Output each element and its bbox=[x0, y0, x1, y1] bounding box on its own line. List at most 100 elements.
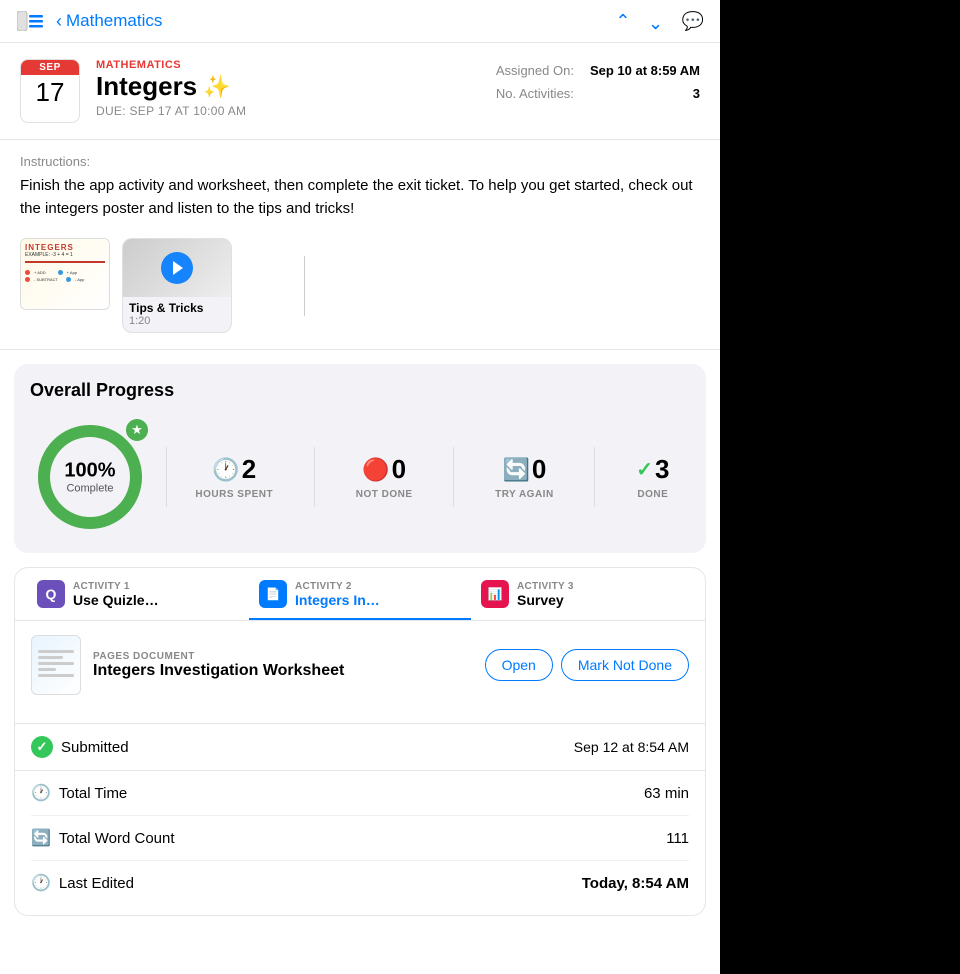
last-edited-row: 🕐 Last Edited Today, 8:54 AM bbox=[31, 861, 689, 905]
word-count-left: 🔄 Total Word Count bbox=[31, 828, 175, 848]
sidebar-toggle-button[interactable] bbox=[16, 10, 44, 32]
doc-line-1 bbox=[38, 650, 74, 653]
last-edited-label: Last Edited bbox=[59, 875, 134, 892]
doc-name: Integers Investigation Worksheet bbox=[93, 662, 473, 680]
tab3-text: ACTIVITY 3 Survey bbox=[517, 581, 574, 608]
stat-try-again: 🔄 0 TRY AGAIN bbox=[495, 454, 554, 500]
hours-label: HOURS SPENT bbox=[195, 489, 273, 500]
doc-line-2 bbox=[38, 656, 63, 659]
video-info: Tips & Tricks 1:20 bbox=[123, 297, 231, 332]
stat-try-again-value: 🔄 0 bbox=[502, 454, 546, 485]
stat-done-value: ✓ 3 bbox=[636, 454, 669, 485]
total-time-row: 🕐 Total Time 63 min bbox=[31, 771, 689, 816]
clock-icon: 🕐 bbox=[212, 457, 239, 483]
submitted-left: ✓ Submitted bbox=[31, 736, 129, 758]
calendar-day: 17 bbox=[21, 79, 79, 105]
back-button[interactable]: ‹ Mathematics bbox=[56, 11, 162, 32]
doc-thumbnail bbox=[31, 635, 81, 695]
activities-tabs: Q ACTIVITY 1 Use Quizlet for... 📄 ACTIVI… bbox=[15, 568, 705, 621]
tips-tricks-video[interactable]: Tips & Tricks 1:20 bbox=[122, 238, 232, 333]
donut-percent: 100% bbox=[64, 460, 115, 483]
tab-activity-2[interactable]: 📄 ACTIVITY 2 Integers Investi... bbox=[249, 568, 471, 620]
tab1-name: Use Quizlet for... bbox=[73, 592, 163, 608]
doc-type: PAGES DOCUMENT bbox=[93, 651, 473, 662]
top-nav: ‹ Mathematics ⌃ ⌃ 💬 bbox=[0, 0, 720, 43]
stat-done: ✓ 3 DONE bbox=[636, 454, 669, 500]
star-badge: ★ bbox=[126, 419, 148, 441]
assignment-header: SEP 17 MATHEMATICS Integers ✨ DUE: SEP 1… bbox=[0, 43, 720, 140]
donut-center: 100% Complete bbox=[64, 460, 115, 495]
progress-section: Overall Progress 100% Complete ★ bbox=[14, 364, 706, 553]
doc-thumb-lines bbox=[38, 650, 74, 680]
last-edited-left: 🕐 Last Edited bbox=[31, 873, 134, 893]
progress-content: 100% Complete ★ 🕐 2 HOURS SPENT bbox=[30, 417, 690, 537]
instructions-label: Instructions: bbox=[20, 154, 700, 169]
tab3-number: ACTIVITY 3 bbox=[517, 581, 574, 592]
activities-label: No. Activities: bbox=[496, 86, 574, 101]
stat-divider-3 bbox=[594, 447, 595, 507]
calendar-icon: SEP 17 bbox=[20, 59, 80, 123]
instructions-text: Finish the app activity and worksheet, t… bbox=[20, 175, 700, 220]
chevron-down-icon[interactable]: ⌃ bbox=[648, 11, 663, 32]
tab2-name: Integers Investi... bbox=[295, 592, 385, 608]
mark-not-done-button[interactable]: Mark Not Done bbox=[561, 649, 689, 681]
stat-divider-2 bbox=[453, 447, 454, 507]
word-count-row: 🔄 Total Word Count 111 bbox=[31, 816, 689, 861]
not-done-label: NOT DONE bbox=[356, 489, 413, 500]
progress-title: Overall Progress bbox=[30, 380, 690, 401]
doc-line-5 bbox=[38, 674, 74, 677]
submitted-check-icon: ✓ bbox=[31, 736, 53, 758]
stat-hours-value: 🕐 2 bbox=[212, 454, 256, 485]
try-again-icon: 🔄 bbox=[502, 457, 529, 483]
activities-value: 3 bbox=[693, 86, 700, 101]
nav-left: ‹ Mathematics bbox=[16, 10, 162, 32]
done-icon: ✓ bbox=[636, 457, 653, 482]
chevron-left-icon: ‹ bbox=[56, 11, 62, 32]
donut-label: Complete bbox=[64, 483, 115, 495]
submitted-label: Submitted bbox=[61, 739, 129, 756]
total-time-icon: 🕐 bbox=[31, 783, 51, 803]
due-date: DUE: SEP 17 AT 10:00 AM bbox=[96, 104, 480, 118]
not-done-number: 0 bbox=[392, 454, 406, 485]
doc-row: PAGES DOCUMENT Integers Investigation Wo… bbox=[31, 635, 689, 695]
try-again-label: TRY AGAIN bbox=[495, 489, 554, 500]
total-time-label: Total Time bbox=[59, 785, 127, 802]
total-time-left: 🕐 Total Time bbox=[31, 783, 127, 803]
done-label: DONE bbox=[637, 489, 668, 500]
back-label: Mathematics bbox=[66, 11, 162, 31]
tab-activity-3[interactable]: 📊 ACTIVITY 3 Survey bbox=[471, 568, 693, 620]
word-count-label: Total Word Count bbox=[59, 830, 175, 847]
subject-label: MATHEMATICS bbox=[96, 59, 480, 71]
last-edited-icon: 🕐 bbox=[31, 873, 51, 893]
chevron-up-icon[interactable]: ⌃ bbox=[615, 11, 630, 32]
quizlet-icon: Q bbox=[37, 580, 65, 608]
calendar-body: 17 bbox=[21, 75, 79, 109]
open-button[interactable]: Open bbox=[485, 649, 553, 681]
activities-row: No. Activities: 3 bbox=[496, 86, 700, 101]
sparkle-icon: ✨ bbox=[203, 74, 230, 100]
play-button[interactable] bbox=[161, 252, 193, 284]
hours-number: 2 bbox=[242, 454, 256, 485]
survey-icon: 📊 bbox=[481, 580, 509, 608]
tab1-text: ACTIVITY 1 Use Quizlet for... bbox=[73, 581, 163, 608]
video-title: Tips & Tricks bbox=[129, 301, 225, 315]
assignment-info: MATHEMATICS Integers ✨ DUE: SEP 17 AT 10… bbox=[96, 59, 480, 118]
last-edited-value: Today, 8:54 AM bbox=[582, 875, 689, 892]
poster-title: INTEGERS bbox=[25, 243, 105, 252]
progress-stats: 🕐 2 HOURS SPENT 🔴 0 NOT DONE bbox=[166, 447, 690, 507]
assigned-on-label: Assigned On: bbox=[496, 63, 574, 78]
poster-content: INTEGERS EXAMPLE: -3 + 4 = 1 + ADD + App… bbox=[21, 239, 109, 309]
assigned-on-value: Sep 10 at 8:59 AM bbox=[590, 63, 700, 78]
nav-right: ⌃ ⌃ 💬 bbox=[615, 11, 704, 32]
donut-chart: 100% Complete ★ bbox=[30, 417, 150, 537]
integers-poster[interactable]: INTEGERS EXAMPLE: -3 + 4 = 1 + ADD + App… bbox=[20, 238, 110, 310]
tab-activity-1[interactable]: Q ACTIVITY 1 Use Quizlet for... bbox=[27, 568, 249, 620]
assignment-meta: Assigned On: Sep 10 at 8:59 AM No. Activ… bbox=[496, 59, 700, 101]
stat-not-done-value: 🔴 0 bbox=[362, 454, 406, 485]
stat-not-done: 🔴 0 NOT DONE bbox=[356, 454, 413, 500]
calendar-month: SEP bbox=[21, 60, 79, 75]
stat-hours: 🕐 2 HOURS SPENT bbox=[195, 454, 273, 500]
activities-section: Q ACTIVITY 1 Use Quizlet for... 📄 ACTIVI… bbox=[14, 567, 706, 916]
assigned-on-row: Assigned On: Sep 10 at 8:59 AM bbox=[496, 63, 700, 78]
comment-icon[interactable]: 💬 bbox=[682, 11, 704, 32]
